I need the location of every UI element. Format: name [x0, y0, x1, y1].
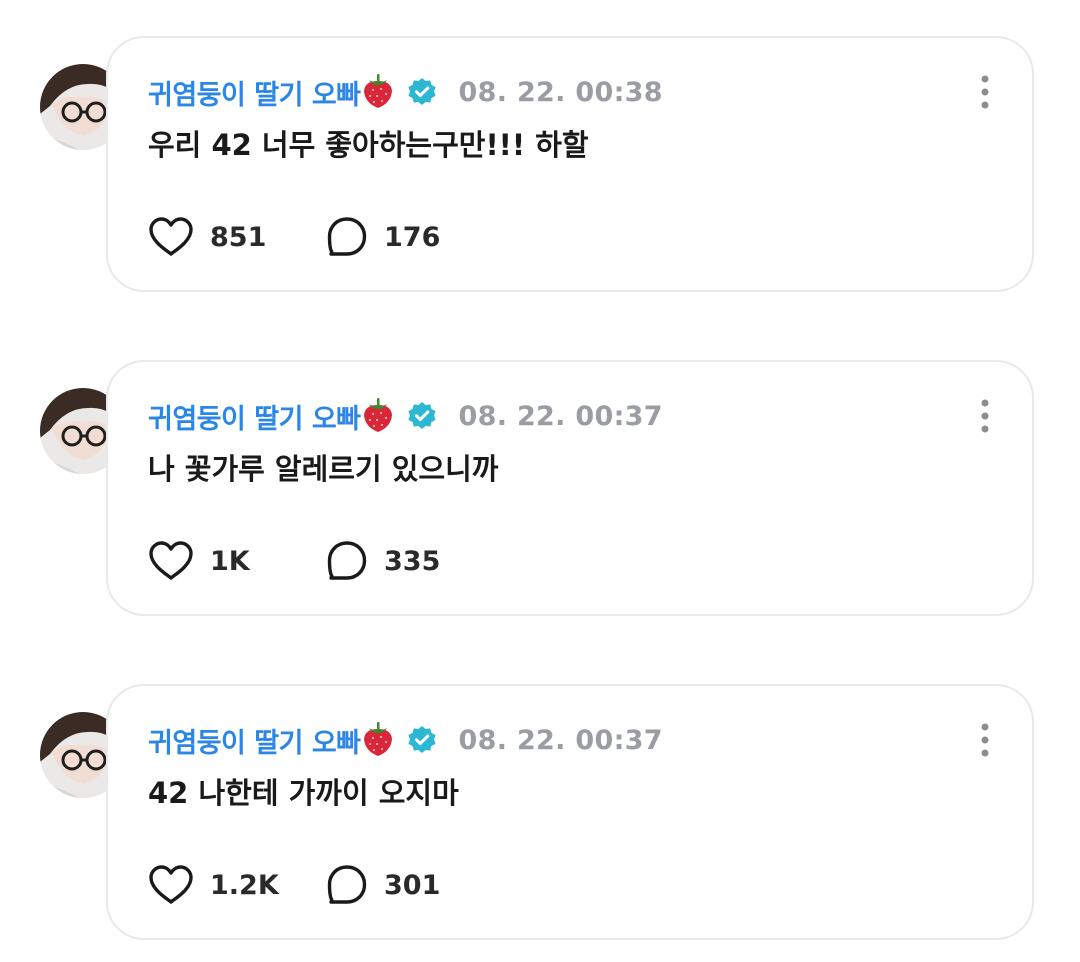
more-options-icon[interactable]	[978, 74, 992, 110]
like-count: 1.2K	[210, 869, 279, 901]
comment-button[interactable]: 301	[326, 864, 440, 906]
post-header: 귀염둥이 딸기 오빠 08. 22. 00:37	[148, 396, 663, 436]
more-options-icon[interactable]	[978, 722, 992, 758]
timestamp: 08. 22. 00:37	[458, 724, 663, 756]
username[interactable]: 귀염둥이 딸기 오빠	[148, 721, 361, 760]
comment-button[interactable]: 176	[326, 216, 440, 258]
verified-badge-icon	[407, 402, 436, 429]
strawberry-icon	[363, 74, 392, 108]
comment-bubble-icon	[327, 217, 367, 256]
username[interactable]: 귀염둥이 딸기 오빠	[148, 73, 361, 112]
post-item: 귀염둥이 딸기 오빠 08. 22. 00:38 우리 42 너무 좋아하는구만…	[0, 36, 1080, 306]
heart-icon	[149, 541, 193, 580]
post-actions: 851 176	[148, 216, 440, 258]
post-card[interactable]: 귀염둥이 딸기 오빠 08. 22. 00:37 42 나한테 가까이 오지마	[106, 684, 1034, 940]
like-count: 851	[210, 221, 267, 253]
post-card[interactable]: 귀염둥이 딸기 오빠 08. 22. 00:37 나 꽃가루 알레르기 있으니까	[106, 360, 1034, 616]
strawberry-icon	[363, 398, 392, 432]
post-item: 귀염둥이 딸기 오빠 08. 22. 00:37 나 꽃가루 알레르기 있으니까	[0, 360, 1080, 630]
comment-count: 335	[384, 545, 441, 577]
like-button[interactable]: 1K	[148, 540, 326, 582]
heart-icon	[149, 217, 193, 256]
verified-badge-icon	[407, 78, 436, 105]
comment-count: 176	[384, 221, 441, 253]
strawberry-icon	[363, 722, 392, 756]
comment-bubble-icon	[327, 541, 367, 580]
like-button[interactable]: 1.2K	[148, 864, 326, 906]
timestamp: 08. 22. 00:37	[458, 400, 663, 432]
verified-badge-icon	[407, 726, 436, 753]
more-options-icon[interactable]	[978, 398, 992, 434]
post-actions: 1.2K 301	[148, 864, 440, 906]
timestamp: 08. 22. 00:38	[458, 76, 663, 108]
username[interactable]: 귀염둥이 딸기 오빠	[148, 397, 361, 436]
post-header: 귀염둥이 딸기 오빠 08. 22. 00:38	[148, 72, 663, 112]
comment-count: 301	[384, 869, 441, 901]
like-button[interactable]: 851	[148, 216, 326, 258]
post-content: 나 꽃가루 알레르기 있으니까	[148, 452, 499, 486]
post-header: 귀염둥이 딸기 오빠 08. 22. 00:37	[148, 720, 663, 760]
post-actions: 1K 335	[148, 540, 440, 582]
like-count: 1K	[210, 545, 250, 577]
post-content: 우리 42 너무 좋아하는구만!!! 하할	[148, 128, 589, 162]
heart-icon	[149, 865, 193, 904]
comment-button[interactable]: 335	[326, 540, 440, 582]
post-content: 42 나한테 가까이 오지마	[148, 776, 459, 810]
post-card[interactable]: 귀염둥이 딸기 오빠 08. 22. 00:38 우리 42 너무 좋아하는구만…	[106, 36, 1034, 292]
comment-bubble-icon	[327, 865, 367, 904]
post-item: 귀염둥이 딸기 오빠 08. 22. 00:37 42 나한테 가까이 오지마	[0, 684, 1080, 954]
